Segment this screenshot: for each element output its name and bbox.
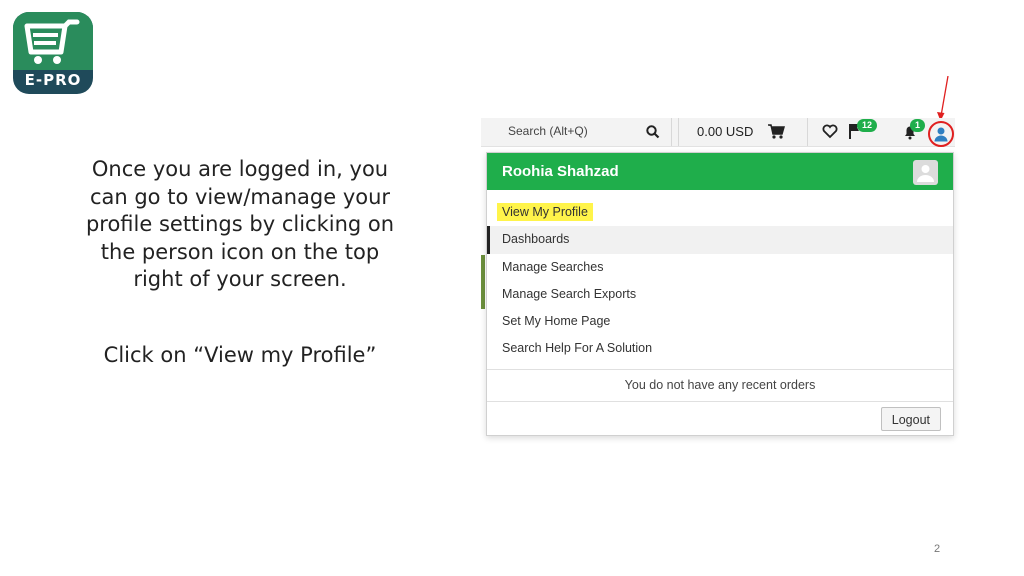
logout-button[interactable]: Logout (880, 407, 941, 431)
search-placeholder: Search (Alt+Q) (508, 124, 588, 138)
avatar (913, 160, 938, 185)
menu-item-label: Search Help For A Solution (502, 341, 653, 356)
instruction-line: Once you are logged in, you (91, 157, 389, 181)
dropdown-menu-list: View My Profile Dashboards Manage Search… (487, 190, 953, 363)
menu-item-label: Set My Home Page (502, 314, 611, 329)
menu-item-label: Manage Searches (502, 259, 604, 274)
heart-icon[interactable] (822, 123, 838, 139)
notification-count-badge: 1 (910, 119, 926, 132)
click-note: Click on “View my Profile” (103, 343, 377, 367)
logo-text: E-PRO (24, 71, 82, 89)
dropdown-header: Roohia Shahzad (487, 153, 953, 190)
recent-orders-message: You do not have any recent orders (487, 368, 953, 402)
instructions-text: Once you are logged in, you can go to vi… (80, 156, 400, 294)
top-toolbar: Search (Alt+Q) 0.00 USD 12 1 (481, 118, 955, 147)
menu-item-manage-searches[interactable]: Manage Searches (487, 254, 953, 281)
instruction-line: right of your screen. (133, 267, 347, 291)
menu-item-label: Manage Search Exports (502, 286, 637, 301)
search-box[interactable]: Search (Alt+Q) (487, 118, 672, 146)
user-name: Roohia Shahzad (502, 163, 619, 180)
flag-count-badge: 12 (857, 119, 878, 132)
instruction-line: profile settings by clicking on (85, 212, 395, 236)
shopping-cart-logo-icon (24, 19, 80, 64)
menu-item-label: View My Profile (497, 203, 593, 221)
instruction-line: the person icon on the top (100, 239, 380, 264)
menu-item-view-profile[interactable]: View My Profile (487, 199, 953, 226)
instruction-line: can go to view/manage your (89, 184, 391, 209)
menu-item-label: Dashboards (502, 232, 570, 247)
menu-item-dashboards[interactable]: Dashboards (487, 226, 953, 254)
user-icon (934, 127, 948, 142)
avatar-placeholder-icon (917, 165, 934, 182)
user-menu-button[interactable] (928, 121, 954, 147)
toolbar-divider (678, 118, 679, 146)
red-arrow-annotation (937, 76, 949, 121)
slide-page-number: 2 (934, 543, 941, 555)
epro-logo: E-PRO (13, 12, 93, 94)
menu-item-set-home-page[interactable]: Set My Home Page (487, 308, 953, 335)
menu-item-search-help[interactable]: Search Help For A Solution (487, 335, 953, 362)
toolbar-divider (807, 118, 808, 146)
search-icon[interactable] (645, 124, 661, 140)
background-page-strip (481, 255, 485, 309)
cart-icon[interactable] (767, 123, 785, 140)
menu-item-manage-search-exports[interactable]: Manage Search Exports (487, 281, 953, 308)
app-screenshot: Search (Alt+Q) 0.00 USD 12 1 Roohia Shah… (481, 118, 955, 436)
user-dropdown-menu: Roohia Shahzad View My Profile Dashboard… (486, 152, 954, 436)
cart-total[interactable]: 0.00 USD (697, 124, 753, 139)
